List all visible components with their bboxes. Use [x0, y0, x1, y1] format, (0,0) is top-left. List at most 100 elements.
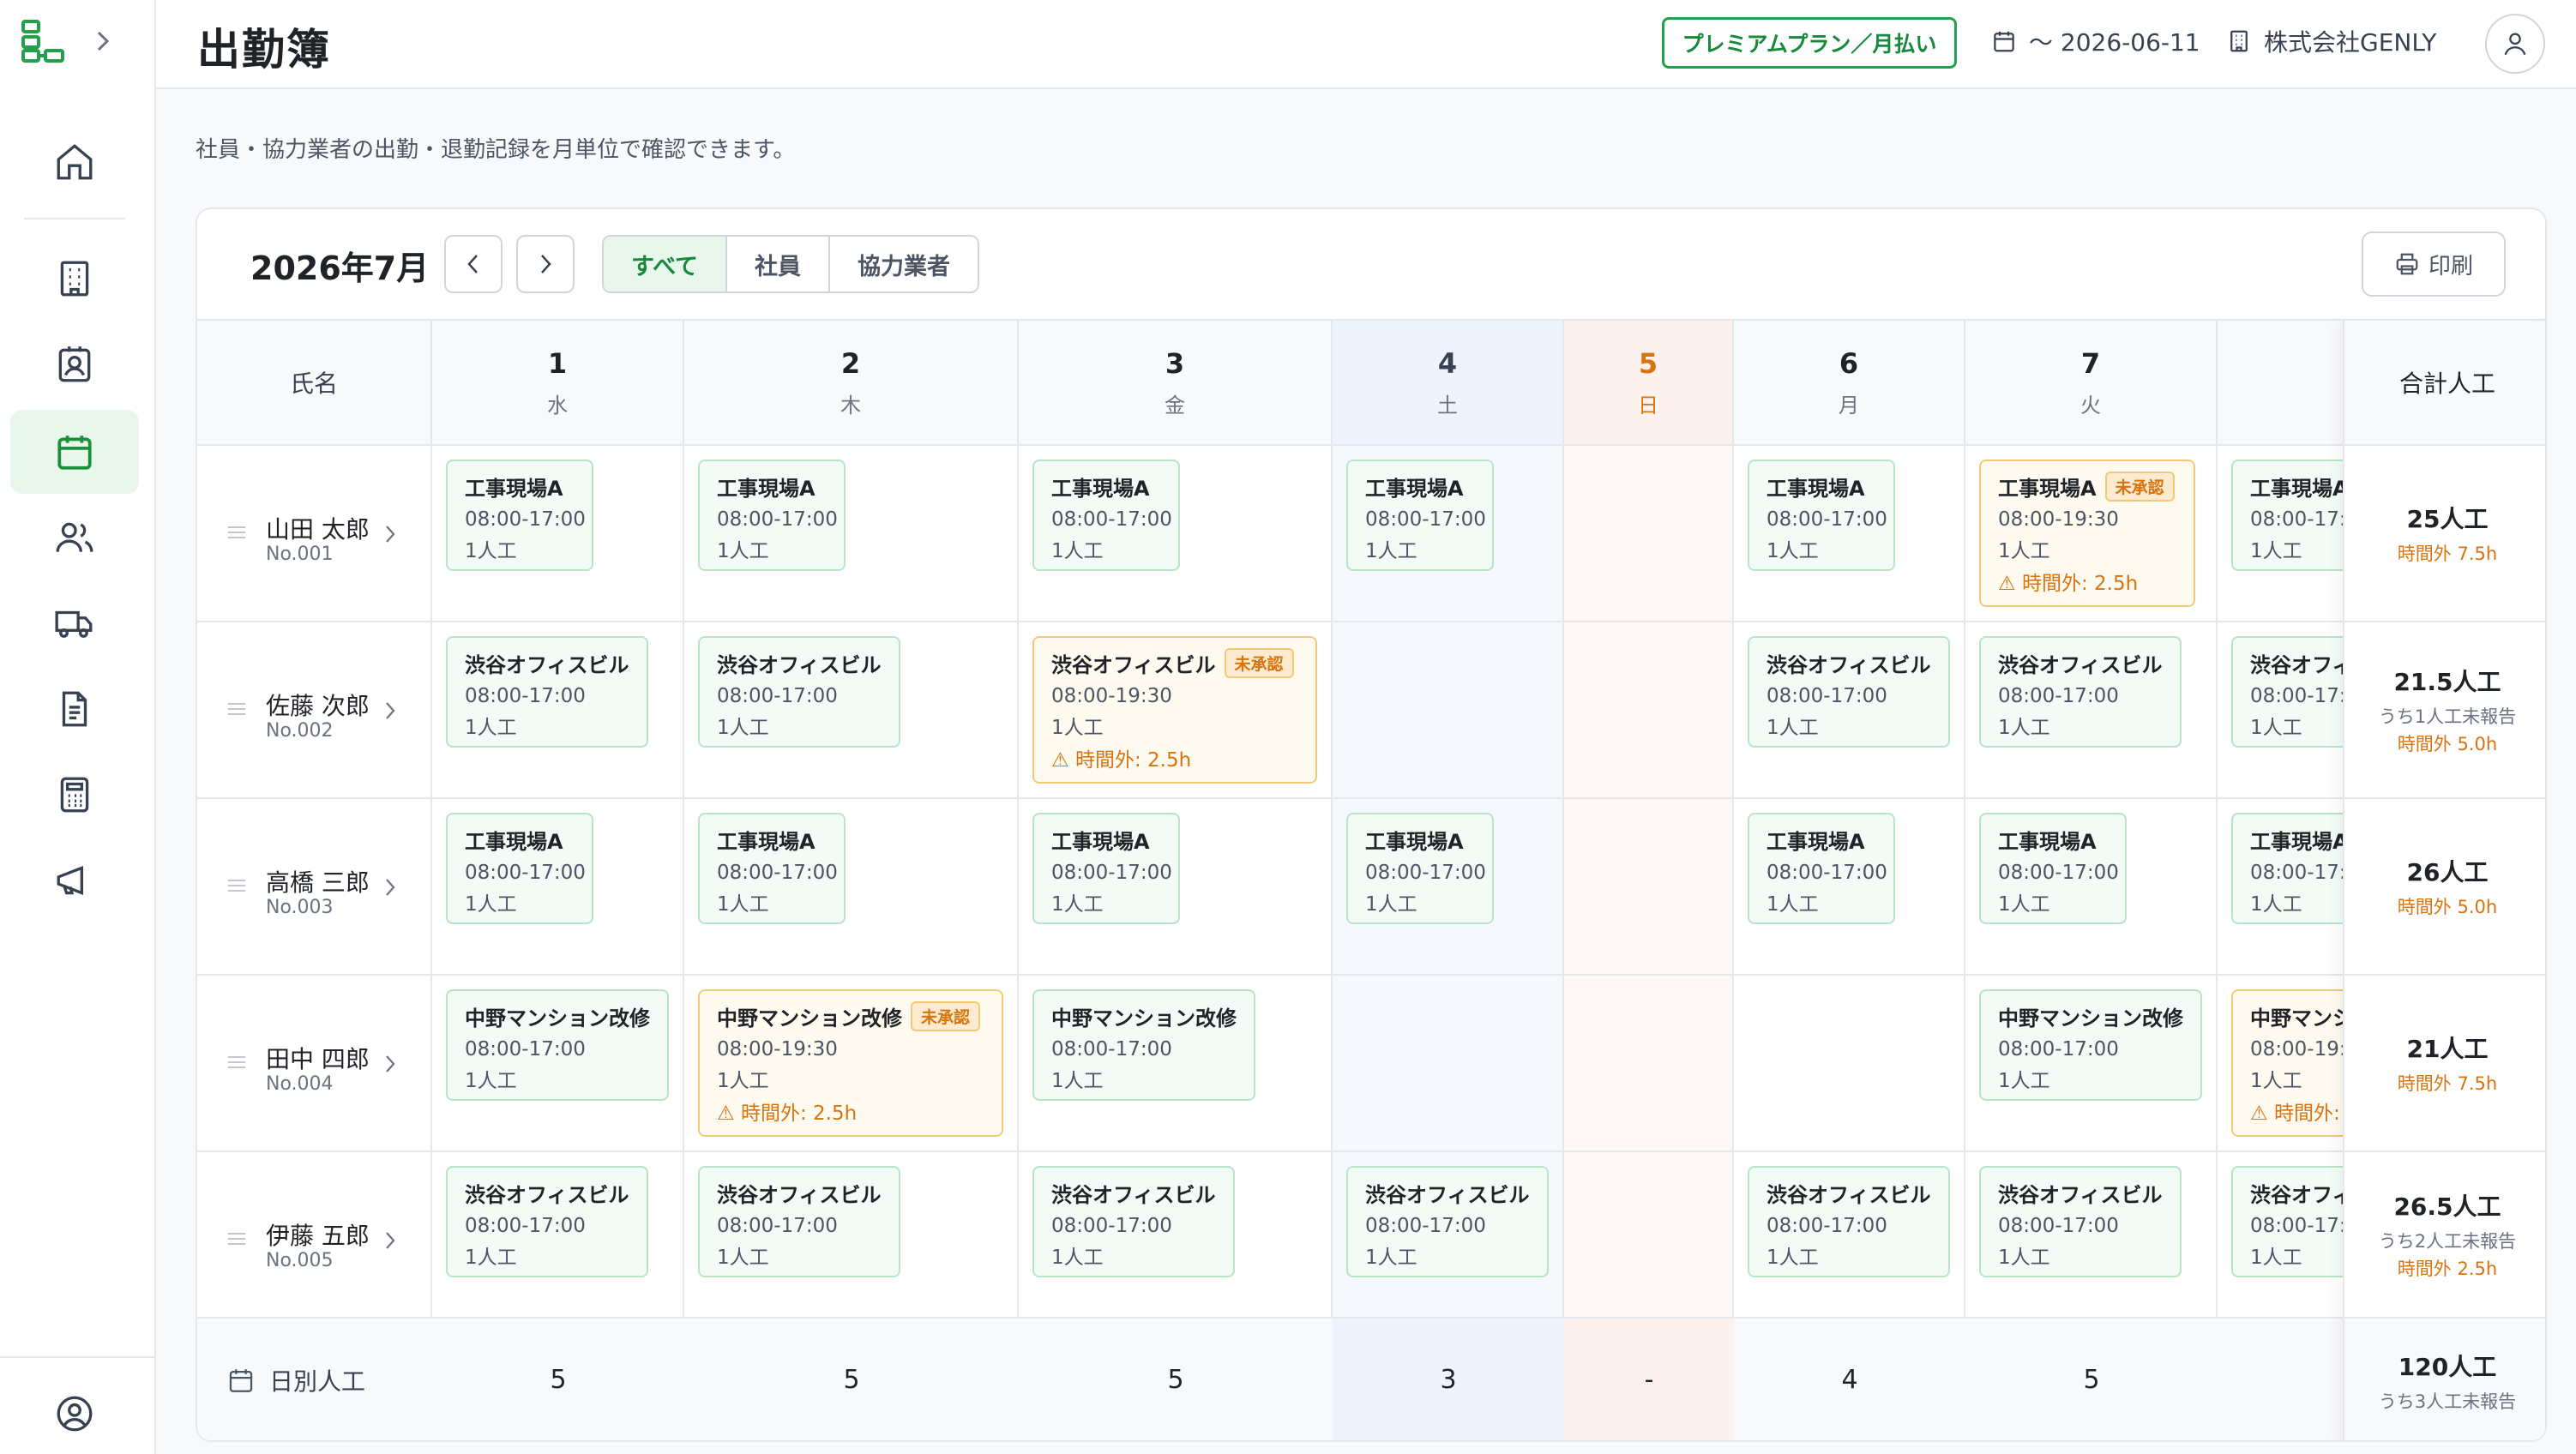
- employee-total: 21.5人工 うち1人工未報告 時間外 5.0h: [2344, 622, 2545, 799]
- calendar-toolbar: 2026年7月 すべて 社員 協力業者 印刷: [197, 209, 2545, 321]
- pending-badge: 未承認: [1224, 648, 1294, 678]
- filter-employees[interactable]: 社員: [727, 237, 831, 291]
- grand-total: 120人工 うち3人工未報告: [2344, 1319, 2545, 1440]
- shift-card[interactable]: 工事現場A 08:00-17:00 1人工: [1979, 813, 2127, 924]
- day-header-1: 1水: [432, 321, 684, 446]
- prev-month-button[interactable]: [444, 235, 503, 293]
- chevron-right-icon: [386, 1055, 395, 1072]
- user-icon: [2504, 33, 2526, 56]
- employee-number: No.002: [266, 720, 334, 742]
- filter-all[interactable]: すべて: [604, 237, 728, 291]
- attendance-card: 2026年7月 すべて 社員 協力業者 印刷 氏名 1 水 2 木 3 金 4 …: [196, 207, 2547, 1442]
- shift-card[interactable]: 工事現場A 08:00-17:00 1人工: [1032, 813, 1180, 924]
- nav-megaphone[interactable]: [10, 838, 139, 922]
- shift-card[interactable]: 工事現場A 08:00-17:00 1人工: [1748, 460, 1895, 571]
- shift-card[interactable]: 渋谷オフィスビル 08:00-17:00 1人工: [446, 636, 648, 748]
- employee-total: 26.5人工 うち2人工未報告 時間外 2.5h: [2344, 1152, 2545, 1319]
- drag-handle-icon[interactable]: [226, 525, 247, 540]
- shift-card-pending[interactable]: 工事現場A 未承認 08:00-19:30 1人工 ⚠ 時間外: 2.5h: [1979, 460, 2195, 607]
- employee-row-takahashi[interactable]: 高橋 三郎 No.003: [197, 799, 430, 976]
- user-avatar-button[interactable]: [2485, 14, 2545, 74]
- megaphone-icon: [57, 865, 83, 896]
- date-range-text: 〜 2026-06-11: [2029, 28, 2200, 57]
- shift-card[interactable]: 中野マンション改修 08:00-17:00 1人工: [446, 989, 669, 1101]
- users-icon: [56, 522, 93, 552]
- shift-card[interactable]: 渋谷オフィスビル 08:00-17:00 1人工: [1346, 1166, 1549, 1277]
- chevron-right-icon: [541, 255, 551, 273]
- app-logo-icon[interactable]: [21, 19, 67, 63]
- nav-users[interactable]: [10, 496, 139, 580]
- nav-attendance[interactable]: [10, 410, 139, 494]
- warning-icon: ⚠: [1051, 749, 1069, 772]
- nav-contact-card[interactable]: [10, 322, 139, 406]
- warning-icon: ⚠: [717, 1103, 735, 1125]
- account-circle-icon: [57, 1396, 93, 1432]
- employee-number: No.003: [266, 897, 334, 918]
- print-button[interactable]: 印刷: [2362, 231, 2506, 297]
- employee-name: 高橋 三郎: [266, 868, 370, 897]
- chevron-left-icon: [467, 255, 478, 273]
- shift-card[interactable]: 渋谷オフィスビル 08:00-17:00 1人工: [1748, 1166, 1950, 1277]
- plan-badge[interactable]: プレミアムプラン／月払い: [1662, 17, 1957, 69]
- shift-card[interactable]: 渋谷オフィスビル 08:00-17:00 1人工: [1032, 1166, 1235, 1277]
- expand-chevron-icon[interactable]: [96, 30, 110, 52]
- shift-card[interactable]: 工事現場A 08:00-17:00 1人工: [1748, 813, 1895, 924]
- nav-document[interactable]: [10, 667, 139, 751]
- day-header-4: 4土: [1333, 321, 1564, 446]
- drag-handle-icon[interactable]: [226, 701, 247, 717]
- shift-card[interactable]: 工事現場A 08:00-17:00 1人工: [698, 813, 846, 924]
- nav-truck[interactable]: [10, 581, 139, 665]
- drag-handle-icon[interactable]: [226, 1054, 247, 1070]
- employee-row-yamada[interactable]: 山田 太郎 No.001: [197, 446, 430, 622]
- shift-card[interactable]: 渋谷オフィスビル 08:00-17:00 1人工: [698, 636, 900, 748]
- total-column-header: 合計人工: [2344, 321, 2545, 446]
- pending-badge: 未承認: [911, 1001, 981, 1031]
- nav-account[interactable]: [10, 1372, 139, 1454]
- chevron-right-icon: [386, 1232, 395, 1249]
- employee-total: 21人工 時間外 7.5h: [2344, 976, 2545, 1152]
- employee-number: No.004: [266, 1073, 334, 1095]
- shift-card[interactable]: 工事現場A 08:00-17:00 1人工: [1346, 813, 1494, 924]
- shift-card[interactable]: 工事現場A 08:00-17:00 1人工: [1032, 460, 1180, 571]
- nav-home[interactable]: [10, 120, 139, 204]
- day-header-8: [2218, 321, 2344, 446]
- employee-name: 伊藤 五郎: [266, 1222, 370, 1250]
- shift-card[interactable]: 工事現場A 08:00-17:00 1人工: [1346, 460, 1494, 571]
- nav-calculator[interactable]: [10, 753, 139, 837]
- shift-card[interactable]: 渋谷オフィスビル 08:00-17:00 1人工: [446, 1166, 648, 1277]
- employee-total: 26人工 時間外 5.0h: [2344, 799, 2545, 976]
- printer-icon: [2396, 253, 2418, 275]
- daily-total-value: 3: [1440, 1365, 1457, 1395]
- nav-building[interactable]: [10, 237, 139, 321]
- employee-number: No.001: [266, 544, 334, 565]
- daily-total-label: 日別人工: [226, 1363, 365, 1397]
- employee-name: 田中 四郎: [266, 1045, 370, 1073]
- warning-icon: ⚠: [2250, 1103, 2268, 1125]
- attendance-grid: 氏名 1水 2木 3金 4土 5日 6月 7火 山田 太郎 No.001 佐藤 …: [197, 321, 2545, 1440]
- shift-card[interactable]: 渋谷オフィスビル 08:00-17:00 1人工: [1979, 1166, 2182, 1277]
- daily-total-value: 4: [1841, 1365, 1858, 1395]
- day-header-6: 6月: [1734, 321, 1965, 446]
- shift-card[interactable]: 渋谷オフィスビル 08:00-17:00 1人工: [1979, 636, 2182, 748]
- company-name[interactable]: 株式会社GENLY: [2226, 24, 2436, 58]
- next-month-button[interactable]: [516, 235, 575, 293]
- employee-row-sato[interactable]: 佐藤 次郎 No.002: [197, 622, 430, 799]
- top-header: 出勤簿 プレミアムプラン／月払い 〜 2026-06-11 株式会社GENLY: [156, 0, 2576, 89]
- shift-card-pending[interactable]: 渋谷オフィスビル 未承認 08:00-19:30 1人工 ⚠ 時間外: 2.5h: [1032, 636, 1317, 784]
- shift-card[interactable]: 工事現場A 08:00-17:00 1人工: [446, 813, 593, 924]
- drag-handle-icon[interactable]: [226, 878, 247, 893]
- shift-card[interactable]: 中野マンション改修 08:00-17:00 1人工: [1979, 989, 2202, 1101]
- shift-card[interactable]: 工事現場A 08:00-17:00 1人工: [446, 460, 593, 571]
- total-column: 合計人工 25人工 時間外 7.5h 21.5人工 うち1人工未報告 時間外 5…: [2343, 321, 2545, 1440]
- day-header-3: 3金: [1019, 321, 1333, 446]
- filter-contractors[interactable]: 協力業者: [830, 237, 978, 291]
- shift-card[interactable]: 渋谷オフィスビル 08:00-17:00 1人工: [698, 1166, 900, 1277]
- employee-row-ito[interactable]: 伊藤 五郎 No.005: [197, 1152, 430, 1329]
- sidebar: [0, 0, 156, 1454]
- shift-card[interactable]: 渋谷オフィスビル 08:00-17:00 1人工: [1748, 636, 1950, 748]
- shift-card-pending[interactable]: 中野マンション改修未承認08:00-19:301人工⚠ 時間外: 2.5h: [698, 989, 1003, 1137]
- shift-card[interactable]: 工事現場A 08:00-17:00 1人工: [698, 460, 846, 571]
- employee-row-tanaka[interactable]: 田中 四郎 No.004: [197, 976, 430, 1152]
- shift-card[interactable]: 中野マンション改修 08:00-17:00 1人工: [1032, 989, 1255, 1101]
- drag-handle-icon[interactable]: [226, 1231, 247, 1247]
